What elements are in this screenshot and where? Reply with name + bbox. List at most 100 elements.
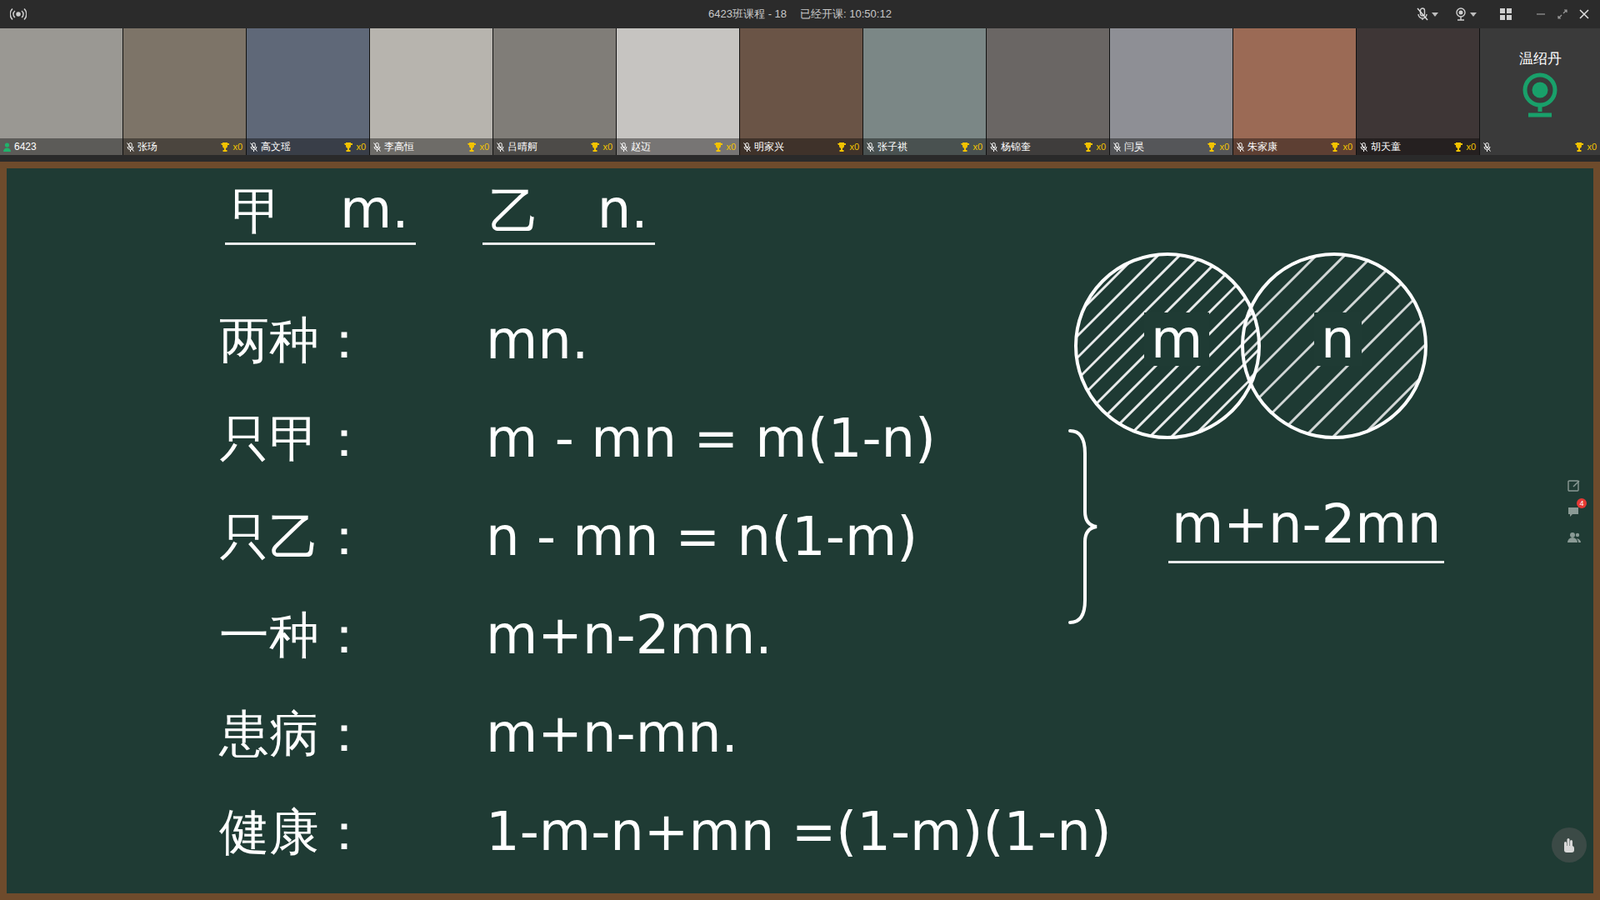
award-count: x0 (849, 140, 860, 155)
people-icon[interactable] (1566, 530, 1582, 545)
award-count: x0 (1586, 140, 1597, 155)
mic-icon (1360, 142, 1368, 152)
row-expression: m+n-2mn. (485, 608, 773, 662)
award-count: x0 (725, 140, 736, 155)
row-expression: mn. (485, 313, 589, 367)
edit-icon[interactable] (1566, 478, 1582, 494)
trophy-icon (1330, 142, 1340, 152)
header-item: 甲m. (225, 182, 416, 245)
host-icon (3, 142, 11, 152)
blackboard: 甲m.乙n.两种：mn.只甲：m - mn = m(1-n)只乙：n - mn … (0, 161, 1600, 900)
participant-tile[interactable]: 高文瑶 x0 (246, 28, 370, 155)
webcam-icon (1520, 71, 1560, 119)
row-expression: m+n-mn. (485, 706, 739, 760)
venn-left-label: m (1144, 312, 1210, 366)
trophy-icon (714, 142, 723, 152)
award-count: x0 (1465, 140, 1476, 155)
trophy-icon (467, 142, 476, 152)
grid-view-icon[interactable] (1500, 8, 1512, 20)
participant-tile[interactable]: 闫昊x0 (1110, 28, 1233, 155)
header-label: 甲 (231, 185, 282, 236)
participant-name: 李高恒 (384, 139, 415, 155)
award-count: x0 (479, 140, 490, 155)
participant-label: 朱家康 x0 (1233, 138, 1356, 155)
row-label: 患病： (219, 708, 486, 759)
row-label: 只甲： (219, 413, 486, 464)
row-label: 两种： (219, 315, 486, 365)
participant-name: 张玚 (137, 139, 158, 155)
award-count: x0 (232, 140, 243, 155)
mic-icon (1113, 142, 1121, 152)
participant-tile[interactable]: 6423 (0, 28, 123, 155)
trophy-icon (1084, 142, 1093, 152)
board-row: 两种：mn. (219, 290, 1594, 390)
participant-tile[interactable]: 朱家康 x0 (1233, 28, 1356, 155)
participant-tile[interactable]: 张玚 x0 (123, 28, 246, 155)
camera-icon[interactable] (1455, 7, 1467, 21)
participant-tile[interactable]: 李高恒 x0 (370, 28, 493, 155)
participant-name: 6423 (14, 139, 37, 155)
chat-icon[interactable]: 4 (1566, 504, 1582, 520)
participant-name: 胡天童 (1370, 139, 1401, 155)
participant-tile[interactable]: 杨锦奎 x0 (986, 28, 1110, 155)
brace-icon (1066, 428, 1100, 625)
raise-hand-button[interactable] (1551, 827, 1587, 863)
board-rows: 两种：mn.只甲：m - mn = m(1-n)只乙：n - mn = n(1-… (6, 290, 1594, 881)
award-count: x0 (1095, 140, 1106, 155)
restore-icon[interactable] (1556, 8, 1569, 20)
mic-icon (250, 142, 258, 152)
award-count: x0 (355, 140, 366, 155)
minimize-icon[interactable] (1535, 8, 1547, 20)
participant-tile[interactable]: 赵迈 x0 (616, 28, 740, 155)
title-bar: 6423班课程 - 18已经开课: 10:50:12 (0, 0, 1600, 29)
teacher-tile[interactable]: 温绍丹 x0 (1480, 28, 1600, 155)
participant-label: 杨锦奎 x0 (986, 138, 1110, 155)
trophy-icon (837, 142, 846, 152)
trophy-icon (1454, 142, 1463, 152)
participant-name: 吕晴舸 (507, 139, 538, 155)
participant-name: 张子祺 (877, 139, 908, 155)
dropdown-caret-icon[interactable] (1431, 12, 1439, 17)
participant-tile[interactable]: 吕晴舸 x0 (493, 28, 616, 155)
participant-tile[interactable]: 张子祺x0 (863, 28, 986, 155)
teacher-name: 温绍丹 (1519, 50, 1562, 68)
participant-tile[interactable]: 胡天童 x0 (1356, 28, 1480, 155)
award-count: x0 (602, 140, 613, 155)
row-label: 一种： (219, 610, 486, 660)
header-item: 乙 n. (482, 182, 655, 245)
header-label: 乙 (489, 185, 540, 236)
participant-name: 闫昊 (1124, 139, 1145, 155)
separator (0, 155, 1600, 162)
participant-name: 杨锦奎 (1000, 139, 1031, 155)
participant-name: 赵迈 (630, 139, 651, 155)
board-row: 只甲：m - mn = m(1-n) (219, 389, 1594, 488)
participant-name: 朱家康 (1247, 139, 1278, 155)
close-icon[interactable] (1578, 8, 1590, 20)
participant-label: 高文瑶 x0 (246, 138, 370, 155)
trophy-icon (590, 142, 600, 152)
participant-label: 张玚 x0 (123, 138, 246, 155)
header-value: n. (597, 182, 649, 236)
mic-icon (866, 142, 875, 152)
dropdown-caret-icon[interactable] (1470, 12, 1477, 17)
microphone-icon[interactable] (1416, 7, 1429, 21)
participant-label: 明家兴 x0 (740, 138, 863, 155)
participant-label: 赵迈 x0 (616, 138, 740, 155)
board-header: 甲m. 乙 n. (6, 168, 1594, 245)
trophy-icon (1207, 142, 1216, 152)
participant-name: 明家兴 (754, 139, 785, 155)
mic-icon (743, 142, 751, 152)
board-row: 患病：m+n-mn. (219, 684, 1594, 783)
mic-icon (126, 142, 135, 152)
award-count: x0 (1342, 140, 1353, 155)
trophy-icon (1575, 142, 1584, 152)
mic-icon (496, 142, 505, 152)
result-expression: m+n-2mn (1171, 493, 1441, 555)
row-expression: n - mn = n(1-m) (485, 510, 918, 564)
venn-right-label: n (1314, 312, 1362, 366)
participant-label: 吕晴舸 x0 (493, 138, 616, 155)
elapsed-time: 已经开课: 10:50:12 (800, 5, 892, 23)
participant-name: 高文瑶 (260, 139, 291, 155)
participant-tile[interactable]: 明家兴 x0 (740, 28, 863, 155)
trophy-icon (220, 142, 230, 152)
